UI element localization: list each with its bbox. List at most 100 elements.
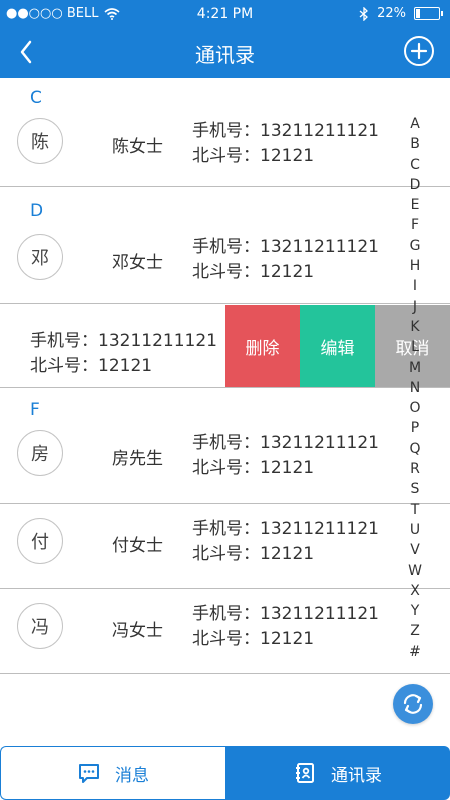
edit-button[interactable]: 编辑 [300, 305, 375, 387]
beidou-value: 12121 [260, 629, 315, 649]
index-letter[interactable]: E [406, 195, 424, 215]
status-right: 22% [359, 6, 443, 21]
beidou-value: 12121 [260, 146, 315, 166]
swiped-contact-row[interactable]: 手机号：13211211121 北斗号：12121 删除 编辑 取消 [0, 305, 450, 387]
alphabet-index[interactable]: A B C D E F G H I J K L M N O P Q R S T U V W X Y Z # [406, 114, 424, 662]
avatar: 付 [17, 518, 63, 564]
index-letter[interactable]: B [406, 134, 424, 154]
contact-info: 手机号：13211211121 北斗号：12121 [192, 517, 379, 567]
refresh-button[interactable] [393, 684, 433, 724]
contact-row[interactable]: 房 房先生 手机号：13211211121 北斗号：12121 [0, 420, 450, 504]
beidou-line: 北斗号：12121 [192, 627, 379, 652]
phone-label: 手机号： [192, 604, 260, 624]
phone-label: 手机号： [192, 237, 260, 257]
page-title: 通讯录 [195, 43, 255, 67]
index-letter[interactable]: O [406, 398, 424, 418]
index-letter[interactable]: S [406, 479, 424, 499]
contact-name: 陈女士 [112, 137, 163, 157]
phone-label: 手机号： [192, 433, 260, 453]
battery-percent: 22% [377, 6, 406, 21]
contact-name: 房先生 [112, 449, 163, 469]
contacts-book-icon [296, 763, 314, 783]
phone-line: 手机号：13211211121 [30, 329, 217, 354]
avatar: 陈 [17, 118, 63, 164]
refresh-icon [403, 694, 423, 714]
phone-label: 手机号： [30, 331, 98, 351]
index-letter[interactable]: A [406, 114, 424, 134]
section-header-f: F [30, 400, 40, 420]
beidou-label: 北斗号： [192, 146, 260, 166]
index-letter[interactable]: Q [406, 439, 424, 459]
beidou-label: 北斗号： [192, 544, 260, 564]
index-letter[interactable]: C [406, 155, 424, 175]
beidou-label: 北斗号： [192, 458, 260, 478]
index-letter[interactable]: W [406, 561, 424, 581]
phone-label: 手机号： [192, 121, 260, 141]
phone-value: 13211211121 [260, 519, 379, 539]
index-letter[interactable]: D [406, 175, 424, 195]
battery-icon [414, 7, 443, 20]
index-letter[interactable]: # [406, 642, 424, 662]
phone-line: 手机号：13211211121 [192, 119, 379, 144]
tab-messages-label: 消息 [115, 765, 149, 786]
contact-info: 手机号：13211211121 北斗号：12121 [192, 235, 379, 285]
contact-name: 冯女士 [112, 621, 163, 641]
beidou-line: 北斗号：12121 [30, 354, 217, 379]
delete-button[interactable]: 删除 [225, 305, 300, 387]
beidou-line: 北斗号：12121 [192, 144, 379, 169]
avatar: 邓 [17, 234, 63, 280]
tab-messages[interactable]: 消息 [0, 746, 225, 800]
phone-value: 13211211121 [260, 121, 379, 141]
phone-value: 13211211121 [260, 604, 379, 624]
contact-name: 邓女士 [112, 253, 163, 273]
beidou-value: 12121 [260, 262, 315, 282]
phone-label: 手机号： [192, 519, 260, 539]
tab-contacts-label: 通讯录 [331, 765, 382, 786]
contact-info: 手机号：13211211121 北斗号：12121 [192, 431, 379, 481]
index-letter[interactable]: T [406, 500, 424, 520]
avatar: 房 [17, 430, 63, 476]
beidou-label: 北斗号： [30, 356, 98, 376]
index-letter[interactable]: Z [406, 621, 424, 641]
tab-contacts[interactable]: 通讯录 [225, 746, 450, 800]
index-letter[interactable]: P [406, 418, 424, 438]
index-letter[interactable]: M [406, 358, 424, 378]
index-letter[interactable]: R [406, 459, 424, 479]
phone-line: 手机号：13211211121 [192, 517, 379, 542]
index-letter[interactable]: K [406, 317, 424, 337]
index-letter[interactable]: G [406, 236, 424, 256]
beidou-line: 北斗号：12121 [192, 456, 379, 481]
contact-row[interactable]: 冯 冯女士 手机号：13211211121 北斗号：12121 [0, 589, 450, 674]
contact-row[interactable]: 陈 陈女士 手机号：13211211121 北斗号：12121 [0, 108, 450, 187]
phone-line: 手机号：13211211121 [192, 431, 379, 456]
index-letter[interactable]: Y [406, 601, 424, 621]
avatar: 冯 [17, 603, 63, 649]
index-letter[interactable]: I [406, 276, 424, 296]
battery-fill [416, 9, 420, 18]
index-letter[interactable]: V [406, 540, 424, 560]
phone-line: 手机号：13211211121 [192, 235, 379, 260]
bluetooth-icon [359, 6, 369, 21]
index-letter[interactable]: U [406, 520, 424, 540]
contact-row[interactable]: 付 付女士 手机号：13211211121 北斗号：12121 [0, 504, 450, 589]
beidou-value: 12121 [260, 458, 315, 478]
index-letter[interactable]: N [406, 378, 424, 398]
phone-value: 13211211121 [98, 331, 217, 351]
index-letter[interactable]: J [406, 297, 424, 317]
beidou-line: 北斗号：12121 [192, 260, 379, 285]
contact-info: 手机号：13211211121 北斗号：12121 [192, 602, 379, 652]
contact-row[interactable]: 邓 邓女士 手机号：13211211121 北斗号：12121 [0, 221, 450, 304]
beidou-value: 12121 [260, 544, 315, 564]
message-icon [79, 764, 99, 783]
beidou-label: 北斗号： [192, 262, 260, 282]
index-letter[interactable]: F [406, 215, 424, 235]
index-letter[interactable]: H [406, 256, 424, 276]
beidou-label: 北斗号： [192, 629, 260, 649]
index-letter[interactable]: X [406, 581, 424, 601]
plus-circle-icon[interactable] [404, 36, 434, 66]
plus-icon [410, 42, 428, 60]
tab-bar: 消息 通讯录 [0, 746, 450, 800]
section-header-d: D [30, 201, 44, 221]
divider [0, 387, 450, 388]
index-letter[interactable]: L [406, 337, 424, 357]
